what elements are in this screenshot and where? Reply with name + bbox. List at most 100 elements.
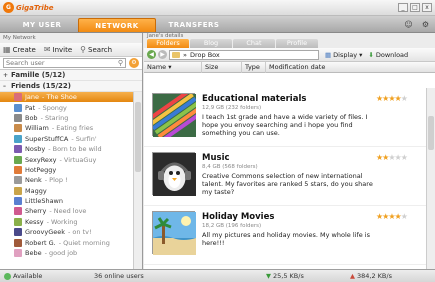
tab-chat[interactable]: Chat bbox=[233, 39, 275, 48]
friend-name: Sherry bbox=[25, 207, 47, 216]
friend-status: - on tv! bbox=[68, 228, 92, 237]
group-label: Famille (5/12) bbox=[11, 71, 66, 79]
friend-item[interactable]: William - Eating fries bbox=[0, 123, 133, 133]
star-icon[interactable]: ★ bbox=[401, 153, 408, 162]
friend-item[interactable]: Kessy - Working bbox=[0, 217, 133, 227]
friend-item[interactable]: Jane - The Shoe bbox=[0, 92, 133, 103]
friend-item[interactable]: HotPeggy bbox=[0, 165, 133, 175]
search-field-icon: ⚲ bbox=[117, 59, 123, 67]
download-speed-value: 25,5 KB/s bbox=[273, 272, 304, 280]
tab-my-user[interactable]: MY USER bbox=[6, 18, 78, 32]
friend-item[interactable]: Sherry - Need love bbox=[0, 206, 133, 216]
upload-speed: ▲ 384,2 KB/s bbox=[350, 272, 392, 280]
friend-name: Kessy bbox=[25, 217, 44, 226]
path-bar[interactable]: » Drop Box bbox=[169, 49, 319, 60]
friend-name: Nenk bbox=[25, 176, 42, 185]
close-button[interactable]: x bbox=[422, 3, 432, 12]
friend-item[interactable]: Robert G. - Quiet morning bbox=[0, 237, 133, 247]
friend-item[interactable]: SexyRexy - VirtuaGuy bbox=[0, 154, 133, 164]
folder-list-scrollbar[interactable] bbox=[426, 88, 435, 269]
forward-arrow-icon[interactable]: ▶ bbox=[158, 50, 167, 59]
friend-item[interactable]: Bebe - good job bbox=[0, 248, 133, 258]
maximize-button[interactable]: □ bbox=[410, 3, 420, 12]
tab-profile[interactable]: Profile bbox=[276, 39, 318, 48]
scrollbar-thumb[interactable] bbox=[135, 102, 141, 172]
main-tab-bar: MY USER NETWORK TRANSFERS ☺ ⚙ bbox=[0, 16, 435, 33]
settings-icon[interactable]: ⚙ bbox=[420, 19, 431, 30]
friend-item[interactable]: Nenk - Plop ! bbox=[0, 175, 133, 185]
column-name[interactable]: Name ▾ bbox=[144, 61, 202, 73]
column-size[interactable]: Size bbox=[202, 61, 242, 73]
search-input[interactable] bbox=[6, 59, 118, 67]
friend-status: - good job bbox=[44, 249, 78, 258]
group-famille[interactable]: + Famille (5/12) bbox=[0, 70, 142, 81]
create-button[interactable]: ▦ Create bbox=[3, 45, 36, 54]
folder-meta: 12,9 GB (232 folders) bbox=[202, 105, 262, 111]
friend-status: - The Shoe bbox=[42, 93, 77, 102]
folder-item[interactable]: Educational materials 12,9 GB (232 folder… bbox=[144, 88, 426, 147]
friend-name: LittleShawn bbox=[25, 197, 63, 206]
friend-name: Jane bbox=[25, 93, 40, 102]
friend-item[interactable]: Bob - Staring bbox=[0, 113, 133, 123]
friend-name: Maggy bbox=[25, 186, 47, 195]
expand-icon: + bbox=[3, 71, 9, 79]
group-friends[interactable]: – Friends (15/22) bbox=[0, 81, 142, 92]
chevron-down-icon: ▾ bbox=[359, 50, 363, 59]
availability-status[interactable]: Available bbox=[4, 272, 42, 280]
tab-transfers[interactable]: TRANSFERS bbox=[156, 18, 232, 32]
avatar bbox=[14, 249, 22, 258]
friend-item[interactable]: Maggy bbox=[0, 186, 133, 196]
search-button[interactable]: ⚲ Search bbox=[80, 45, 112, 54]
collapse-icon: – bbox=[3, 82, 6, 90]
download-label: Download bbox=[375, 50, 409, 59]
avatar bbox=[14, 155, 22, 164]
tab-network[interactable]: NETWORK bbox=[78, 18, 156, 32]
friend-name: Bebe bbox=[25, 249, 42, 258]
scrollbar-thumb[interactable] bbox=[428, 116, 434, 150]
star-rating[interactable]: ★★★★★ bbox=[376, 212, 408, 221]
friend-status: - Quiet morning bbox=[58, 238, 110, 247]
folder-item[interactable]: Music 8,4 GB (568 folders) Creative Common… bbox=[144, 147, 426, 206]
details-panel: Jane's details Folders Blog Chat Profile… bbox=[144, 33, 435, 269]
friend-list-scrollbar[interactable] bbox=[133, 92, 142, 269]
friend-status: - VirtuaGuy bbox=[59, 155, 97, 164]
folder-description: All my pictures and holiday movies. My w… bbox=[202, 231, 370, 247]
tab-folders[interactable]: Folders bbox=[147, 39, 189, 48]
download-speed-icon: ▼ bbox=[266, 272, 271, 280]
group-label: Friends (15/22) bbox=[11, 82, 71, 90]
back-arrow-icon[interactable]: ◀ bbox=[147, 50, 156, 59]
download-button[interactable]: ⬇ Download bbox=[368, 51, 408, 59]
search-box[interactable]: ⚲ bbox=[3, 58, 126, 68]
star-rating[interactable]: ★★★★★ bbox=[376, 94, 408, 103]
friend-status: - Born to be wild bbox=[48, 145, 102, 154]
star-rating[interactable]: ★★★★★ bbox=[376, 153, 408, 162]
display-button[interactable]: ▦ Display ▾ bbox=[325, 51, 362, 59]
column-modified[interactable]: Modification date bbox=[266, 62, 356, 73]
avatar bbox=[14, 217, 22, 226]
detail-tabs: Jane's details Folders Blog Chat Profile bbox=[144, 33, 435, 48]
column-type[interactable]: Type bbox=[242, 61, 266, 73]
minimize-button[interactable]: _ bbox=[398, 3, 408, 12]
display-icon: ▦ bbox=[325, 50, 332, 59]
star-icon[interactable]: ★ bbox=[401, 212, 408, 221]
avatar bbox=[14, 113, 22, 122]
friend-item[interactable]: LittleShawn bbox=[0, 196, 133, 206]
network-toolbar: ▦ Create ✉ Invite ⚲ Search bbox=[0, 43, 142, 57]
friend-status: - Need love bbox=[49, 207, 87, 216]
folder-item[interactable]: Holiday Movies 18,2 GB (196 folders) All m… bbox=[144, 206, 426, 265]
tab-blog[interactable]: Blog bbox=[190, 39, 232, 48]
invite-button[interactable]: ✉ Invite bbox=[44, 45, 72, 54]
folder-title: Holiday Movies bbox=[202, 212, 275, 222]
friend-item[interactable]: Pat - Spongy bbox=[0, 102, 133, 112]
friend-item[interactable]: Nosby - Born to be wild bbox=[0, 144, 133, 154]
folder-icon bbox=[172, 51, 180, 58]
invite-icon: ✉ bbox=[43, 45, 51, 54]
user-icon[interactable]: ☺ bbox=[403, 19, 414, 30]
options-icon[interactable]: ⚙ bbox=[129, 58, 139, 68]
title-bar: G GigaTribe _ □ x bbox=[0, 0, 435, 16]
friend-item[interactable]: GroovyGeek - on tv! bbox=[0, 227, 133, 237]
path-segment[interactable]: Drop Box bbox=[190, 51, 220, 59]
star-icon[interactable]: ★ bbox=[401, 94, 408, 103]
friend-item[interactable]: SuperStuffCA - Surfin' bbox=[0, 134, 133, 144]
avatar bbox=[14, 176, 22, 185]
